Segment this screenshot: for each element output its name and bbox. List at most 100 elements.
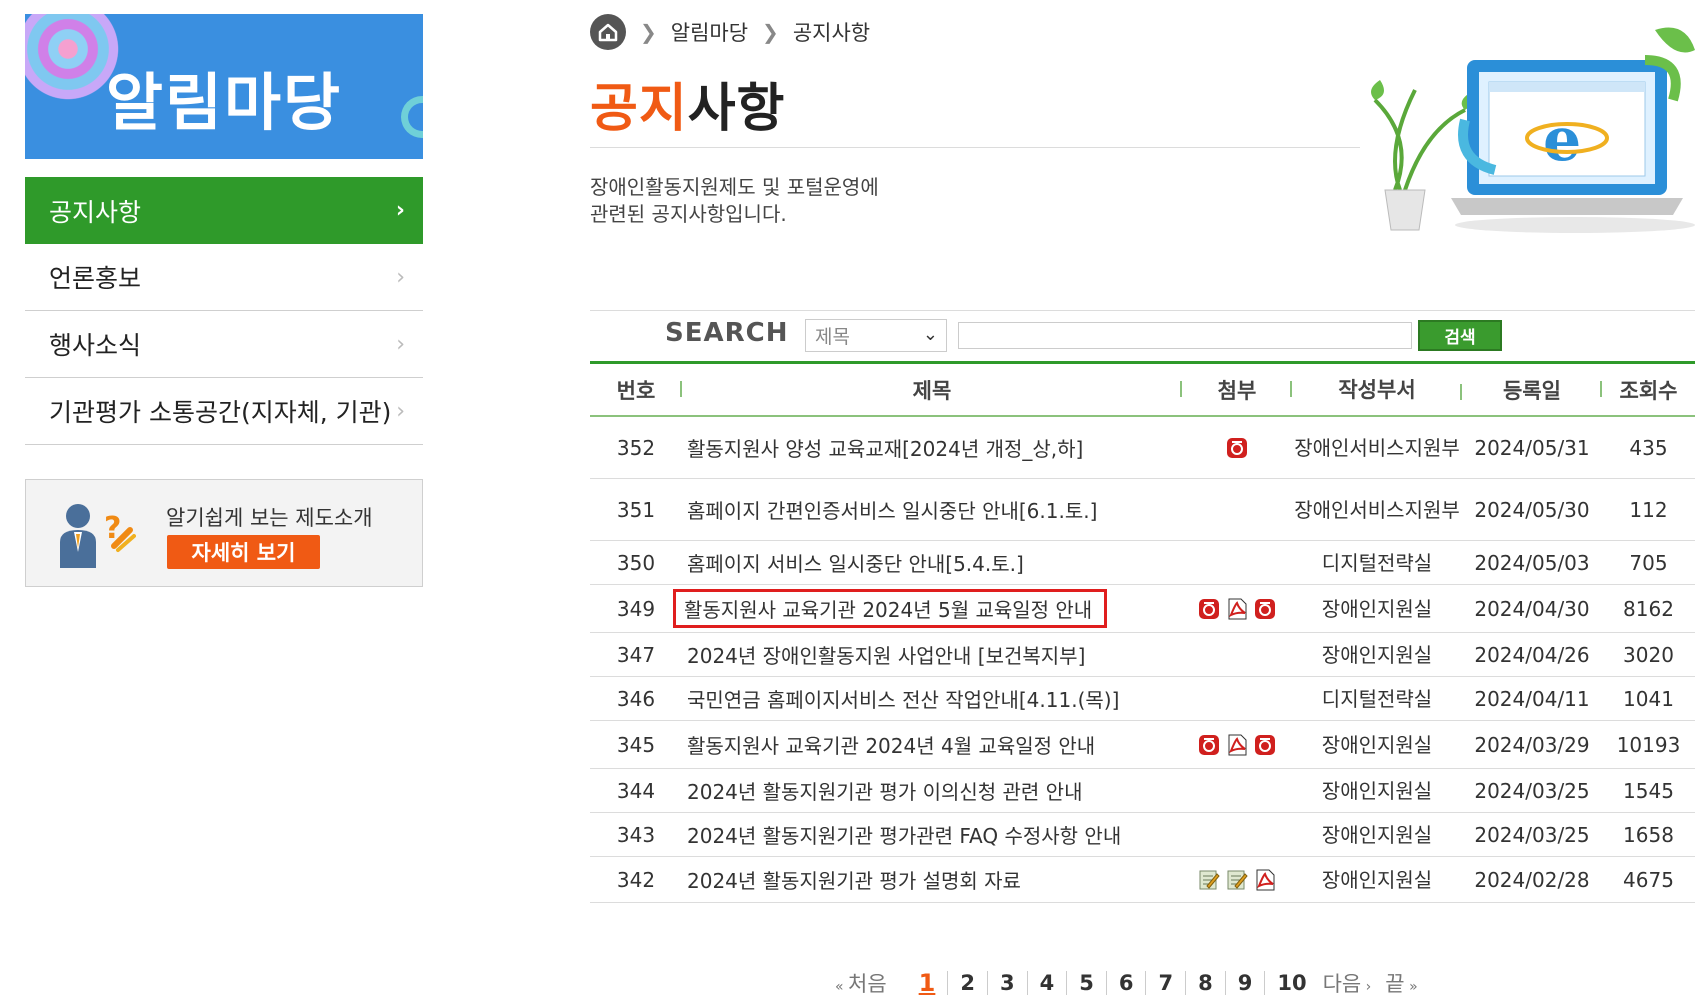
row-dept: 장애인지원실 [1321, 732, 1433, 757]
page-description: 장애인활동지원제도 및 포털운영에 관련된 공지사항입니다. [590, 174, 879, 228]
doc-icon[interactable] [1197, 868, 1221, 892]
table-row[interactable]: 347 2024년 장애인활동지원 사업안내 [보건복지부] 장애인지원실 2024/… [590, 633, 1695, 677]
hwp-icon[interactable] [1197, 597, 1221, 621]
sidebar-item-evaluation[interactable]: 기관평가 소통공간(지자체, 기관) › [25, 378, 423, 445]
first-page-link[interactable]: « 처음 [835, 968, 887, 998]
table-row[interactable]: 351 홈페이지 간편인증서비스 일시중단 안내[6.1.토.] 장애인서비스지원부… [590, 479, 1695, 541]
table-row[interactable]: 345 활동지원사 교육기관 2024년 4월 교육일정 안내 장애인지원실 2024… [590, 721, 1695, 769]
page-number-link[interactable]: 8 [1186, 971, 1226, 995]
row-number: 352 [616, 435, 656, 460]
row-title-cell: 2024년 활동지원기관 평가 설명회 자료 [682, 865, 1182, 894]
row-dept: 장애인서비스지원부 [1294, 435, 1460, 460]
section-banner: 알림마당 [25, 14, 423, 159]
row-number: 347 [616, 642, 656, 667]
home-icon[interactable] [590, 14, 626, 50]
chevron-right-icon: ❯ [640, 20, 657, 44]
hwp-icon[interactable] [1253, 733, 1277, 757]
sidebar-item-press[interactable]: 언론홍보 › [25, 244, 423, 311]
chevron-right-icon: › [395, 198, 405, 223]
row-date: 2024/03/29 [1474, 732, 1590, 757]
chevron-right-icon: › [396, 264, 405, 290]
sidebar-item-events[interactable]: 행사소식 › [25, 311, 423, 378]
page-number-link[interactable]: 10 [1265, 971, 1318, 995]
last-page-link[interactable]: 끝 » [1385, 968, 1417, 998]
row-date: 2024/03/25 [1474, 778, 1590, 803]
row-dept: 장애인지원실 [1321, 596, 1433, 621]
search-select-value: 제목 [815, 326, 850, 348]
last-page-label: 끝 [1385, 972, 1405, 996]
hwp-icon[interactable] [1253, 597, 1277, 621]
breadcrumb-item-current: 공지사항 [792, 21, 871, 45]
next-page-link[interactable]: 다음 › [1323, 968, 1372, 998]
search-button[interactable]: 검색 [1418, 320, 1502, 351]
pdf-icon[interactable] [1253, 868, 1277, 892]
notice-table: 번호 제목 첨부 작성부서 등록일 조회수 352 활동지원사 양성 교육교재[2… [590, 361, 1695, 903]
row-title-cell: 활동지원사 양성 교육교재[2024년 개정_상,하] [682, 433, 1182, 462]
sidebar-item-label: 공지사항 [49, 197, 142, 227]
row-dept: 장애인서비스지원부 [1294, 497, 1460, 522]
row-title-cell: 2024년 활동지원기관 평가 이의신청 관련 안내 [682, 776, 1182, 805]
page-number-link[interactable]: 9 [1226, 971, 1266, 995]
row-title-link[interactable]: 활동지원사 양성 교육교재[2024년 개정_상,하] [687, 433, 1083, 462]
row-date: 2024/04/26 [1474, 642, 1590, 667]
hwp-icon[interactable] [1197, 733, 1221, 757]
row-title-cell: 2024년 장애인활동지원 사업안내 [보건복지부] [682, 640, 1182, 669]
page-number-link[interactable]: 3 [988, 971, 1028, 995]
page-number-link[interactable]: 1 [907, 971, 949, 995]
row-views: 3020 [1623, 642, 1674, 667]
table-row[interactable]: 343 2024년 활동지원기관 평가관련 FAQ 수정사항 안내 장애인지원실 20… [590, 813, 1695, 857]
row-title-link[interactable]: 2024년 장애인활동지원 사업안내 [보건복지부] [687, 640, 1085, 669]
system-intro-box: ? 알기쉽게 보는 제도소개 자세히 보기 [25, 479, 423, 587]
search-label: SEARCH [665, 318, 789, 348]
first-page-label: 처음 [848, 972, 887, 996]
sidebar-item-notice[interactable]: 공지사항 › [25, 177, 423, 244]
table-row[interactable]: 344 2024년 활동지원기관 평가 이의신청 관련 안내 장애인지원실 2024/… [590, 769, 1695, 813]
pdf-icon[interactable] [1225, 733, 1249, 757]
intro-text: 알기쉽게 보는 제도소개 [166, 506, 373, 530]
page-number-link[interactable]: 6 [1107, 971, 1147, 995]
row-title-link[interactable]: 2024년 활동지원기관 평가 이의신청 관련 안내 [687, 776, 1083, 805]
row-title-cell: 활동지원사 교육기관 2024년 5월 교육일정 안내 [673, 589, 1182, 628]
breadcrumb-item[interactable]: 알림마당 [671, 17, 748, 47]
row-number: 342 [616, 867, 656, 892]
view-details-button[interactable]: 자세히 보기 [167, 535, 320, 569]
table-row[interactable]: 350 홈페이지 서비스 일시중단 안내[5.4.토.] 디지털전략실 2024/05… [590, 541, 1695, 585]
row-title-link[interactable]: 2024년 활동지원기관 평가 설명회 자료 [687, 865, 1021, 894]
hwp-icon[interactable] [1225, 436, 1249, 460]
row-title-cell: 홈페이지 간편인증서비스 일시중단 안내[6.1.토.] [682, 495, 1182, 524]
page-title-rest: 사항 [687, 79, 786, 139]
chevron-right-icon: › [396, 331, 405, 357]
page-title-accent: 공지 [590, 79, 688, 139]
row-title-link[interactable]: 홈페이지 서비스 일시중단 안내[5.4.토.] [687, 548, 1024, 577]
column-header-date: 등록일 [1462, 375, 1602, 405]
row-title-link[interactable]: 2024년 활동지원기관 평가관련 FAQ 수정사항 안내 [687, 820, 1121, 849]
table-row[interactable]: 342 2024년 활동지원기관 평가 설명회 자료 장애인지원실 2024/02/2… [590, 857, 1695, 903]
table-row[interactable]: 352 활동지원사 양성 교육교재[2024년 개정_상,하] 장애인서비스지원부 2… [590, 417, 1695, 479]
row-date: 2024/02/28 [1474, 867, 1590, 892]
pdf-icon[interactable] [1225, 597, 1249, 621]
column-header-no: 번호 [590, 375, 682, 405]
page-number-link[interactable]: 7 [1146, 971, 1187, 995]
row-dept: 장애인지원실 [1321, 778, 1433, 803]
description-line: 장애인활동지원제도 및 포털운영에 [590, 175, 879, 199]
row-title-link[interactable]: 활동지원사 교육기관 2024년 5월 교육일정 안내 [673, 589, 1108, 628]
table-row[interactable]: 346 국민연금 홈페이지서비스 전산 작업안내[4.11.(목)] 디지털전략실 2… [590, 677, 1695, 721]
row-title-link[interactable]: 국민연금 홈페이지서비스 전산 작업안내[4.11.(목)] [687, 684, 1119, 713]
row-number: 343 [616, 822, 656, 847]
double-chevron-right-icon: » [1404, 979, 1418, 995]
table-row[interactable]: 349 활동지원사 교육기관 2024년 5월 교육일정 안내 장애인지원실 2024… [590, 585, 1695, 633]
page-number-link[interactable]: 4 [1028, 971, 1068, 995]
row-dept: 장애인지원실 [1321, 822, 1433, 847]
double-chevron-left-icon: « [835, 979, 849, 995]
chevron-right-icon: › [396, 398, 405, 424]
doc-icon[interactable] [1225, 868, 1249, 892]
search-input[interactable] [958, 322, 1412, 349]
column-header-views: 조회수 [1619, 378, 1678, 403]
search-field-select[interactable]: 제목 ⌄ [805, 319, 947, 352]
row-dept: 디지털전략실 [1321, 550, 1433, 575]
row-title-link[interactable]: 활동지원사 교육기관 2024년 4월 교육일정 안내 [687, 730, 1095, 759]
page-number-link[interactable]: 5 [1067, 971, 1107, 995]
row-title-link[interactable]: 홈페이지 간편인증서비스 일시중단 안내[6.1.토.] [687, 495, 1097, 524]
laptop-browser-illustration: e [1371, 27, 1695, 233]
page-number-link[interactable]: 2 [948, 971, 988, 995]
